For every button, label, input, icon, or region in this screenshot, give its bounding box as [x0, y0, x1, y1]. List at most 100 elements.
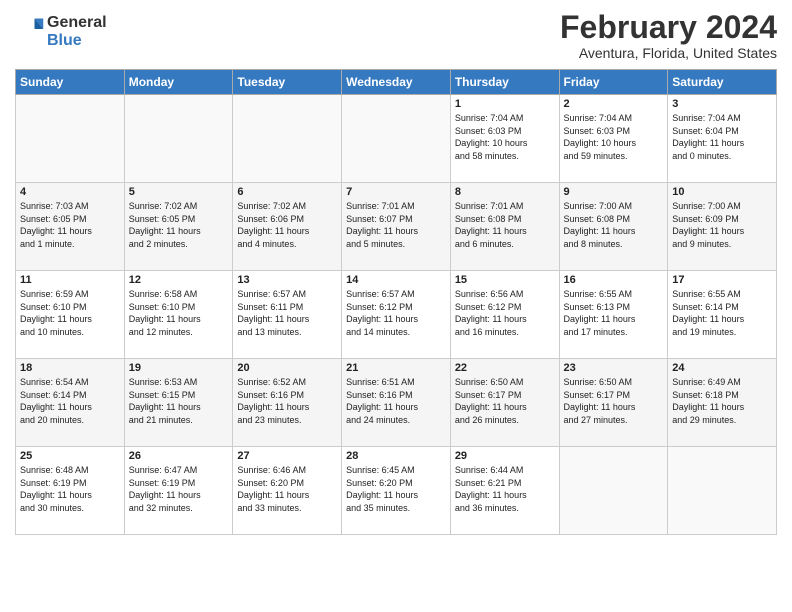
day-number: 29: [455, 450, 555, 462]
day-number: 26: [129, 450, 229, 462]
page-container: General Blue February 2024 Aventura, Flo…: [0, 0, 792, 540]
day-number: 23: [564, 362, 664, 374]
day-info: Sunrise: 6:57 AM Sunset: 6:12 PM Dayligh…: [346, 288, 446, 338]
day-cell: 23 Sunrise: 6:50 AM Sunset: 6:17 PM Dayli…: [559, 359, 668, 447]
day-cell: 26 Sunrise: 6:47 AM Sunset: 6:19 PM Dayli…: [124, 447, 233, 535]
day-info: Sunrise: 6:49 AM Sunset: 6:18 PM Dayligh…: [672, 376, 772, 426]
day-number: 25: [20, 450, 120, 462]
day-number: 5: [129, 186, 229, 198]
day-info: Sunrise: 6:57 AM Sunset: 6:11 PM Dayligh…: [237, 288, 337, 338]
day-info: Sunrise: 7:01 AM Sunset: 6:07 PM Dayligh…: [346, 200, 446, 250]
weekday-header-monday: Monday: [124, 70, 233, 95]
day-info: Sunrise: 6:50 AM Sunset: 6:17 PM Dayligh…: [564, 376, 664, 426]
day-number: 15: [455, 274, 555, 286]
day-cell: 1 Sunrise: 7:04 AM Sunset: 6:03 PM Daylig…: [450, 95, 559, 183]
weekday-header-thursday: Thursday: [450, 70, 559, 95]
day-number: 21: [346, 362, 446, 374]
day-cell: 6Sunrise: 7:02 AM Sunset: 6:06 PM Daylig…: [233, 183, 342, 271]
day-cell: 24 Sunrise: 6:49 AM Sunset: 6:18 PM Dayli…: [668, 359, 777, 447]
day-info: Sunrise: 7:04 AM Sunset: 6:03 PM Dayligh…: [564, 112, 664, 162]
weekday-header-friday: Friday: [559, 70, 668, 95]
day-cell: 5 Sunrise: 7:02 AM Sunset: 6:05 PM Daylig…: [124, 183, 233, 271]
day-cell: 18 Sunrise: 6:54 AM Sunset: 6:14 PM Dayli…: [16, 359, 125, 447]
logo-icon: [17, 15, 45, 43]
day-info: Sunrise: 6:54 AM Sunset: 6:14 PM Dayligh…: [20, 376, 120, 426]
day-info: Sunrise: 6:46 AM Sunset: 6:20 PM Dayligh…: [237, 464, 337, 514]
day-cell: 28 Sunrise: 6:45 AM Sunset: 6:20 PM Dayli…: [342, 447, 451, 535]
day-number: 13: [237, 274, 337, 286]
day-cell: 29 Sunrise: 6:44 AM Sunset: 6:21 PM Dayli…: [450, 447, 559, 535]
day-number: 10: [672, 186, 772, 198]
day-number: 27: [237, 450, 337, 462]
day-number: 20: [237, 362, 337, 374]
calendar-table: SundayMondayTuesdayWednesdayThursdayFrid…: [15, 69, 777, 535]
day-number: 1: [455, 98, 555, 110]
day-cell: 3 Sunrise: 7:04 AM Sunset: 6:04 PM Daylig…: [668, 95, 777, 183]
day-number: 14: [346, 274, 446, 286]
week-row-2: 4 Sunrise: 7:03 AM Sunset: 6:05 PM Daylig…: [16, 183, 777, 271]
day-number: 18: [20, 362, 120, 374]
day-number: 2: [564, 98, 664, 110]
day-info: Sunrise: 7:02 AM Sunset: 6:05 PM Dayligh…: [129, 200, 229, 250]
day-info: Sunrise: 7:00 AM Sunset: 6:09 PM Dayligh…: [672, 200, 772, 250]
day-info: Sunrise: 6:55 AM Sunset: 6:14 PM Dayligh…: [672, 288, 772, 338]
day-cell: [16, 95, 125, 183]
day-info: Sunrise: 7:04 AM Sunset: 6:04 PM Dayligh…: [672, 112, 772, 162]
day-info: Sunrise: 6:59 AM Sunset: 6:10 PM Dayligh…: [20, 288, 120, 338]
day-number: 19: [129, 362, 229, 374]
day-info: Sunrise: 7:03 AM Sunset: 6:05 PM Dayligh…: [20, 200, 120, 250]
day-number: 28: [346, 450, 446, 462]
day-cell: 17 Sunrise: 6:55 AM Sunset: 6:14 PM Dayli…: [668, 271, 777, 359]
day-info: Sunrise: 6:44 AM Sunset: 6:21 PM Dayligh…: [455, 464, 555, 514]
day-info: Sunrise: 7:01 AM Sunset: 6:08 PM Dayligh…: [455, 200, 555, 250]
day-info: Sunrise: 6:47 AM Sunset: 6:19 PM Dayligh…: [129, 464, 229, 514]
day-cell: [668, 447, 777, 535]
day-cell: 2 Sunrise: 7:04 AM Sunset: 6:03 PM Daylig…: [559, 95, 668, 183]
day-cell: 4 Sunrise: 7:03 AM Sunset: 6:05 PM Daylig…: [16, 183, 125, 271]
day-number: 12: [129, 274, 229, 286]
day-number: 24: [672, 362, 772, 374]
day-number: 22: [455, 362, 555, 374]
day-number: 9: [564, 186, 664, 198]
day-info: Sunrise: 6:55 AM Sunset: 6:13 PM Dayligh…: [564, 288, 664, 338]
day-number: 16: [564, 274, 664, 286]
header: General Blue February 2024 Aventura, Flo…: [15, 10, 777, 61]
day-cell: 14 Sunrise: 6:57 AM Sunset: 6:12 PM Dayli…: [342, 271, 451, 359]
day-cell: 25Sunrise: 6:48 AM Sunset: 6:19 PM Dayli…: [16, 447, 125, 535]
day-info: Sunrise: 6:51 AM Sunset: 6:16 PM Dayligh…: [346, 376, 446, 426]
day-cell: 22 Sunrise: 6:50 AM Sunset: 6:17 PM Dayli…: [450, 359, 559, 447]
day-cell: 11Sunrise: 6:59 AM Sunset: 6:10 PM Dayli…: [16, 271, 125, 359]
day-number: 4: [20, 186, 120, 198]
day-info: Sunrise: 6:50 AM Sunset: 6:17 PM Dayligh…: [455, 376, 555, 426]
day-number: 17: [672, 274, 772, 286]
day-cell: 12Sunrise: 6:58 AM Sunset: 6:10 PM Dayli…: [124, 271, 233, 359]
day-cell: 8 Sunrise: 7:01 AM Sunset: 6:08 PM Daylig…: [450, 183, 559, 271]
weekday-header-sunday: Sunday: [16, 70, 125, 95]
day-cell: [233, 95, 342, 183]
day-info: Sunrise: 7:00 AM Sunset: 6:08 PM Dayligh…: [564, 200, 664, 250]
day-cell: 27 Sunrise: 6:46 AM Sunset: 6:20 PM Dayli…: [233, 447, 342, 535]
weekday-header-row: SundayMondayTuesdayWednesdayThursdayFrid…: [16, 70, 777, 95]
month-title: February 2024: [560, 10, 777, 45]
day-cell: 13 Sunrise: 6:57 AM Sunset: 6:11 PM Dayli…: [233, 271, 342, 359]
day-number: 8: [455, 186, 555, 198]
weekday-header-wednesday: Wednesday: [342, 70, 451, 95]
day-cell: [342, 95, 451, 183]
day-number: 3: [672, 98, 772, 110]
day-info: Sunrise: 7:04 AM Sunset: 6:03 PM Dayligh…: [455, 112, 555, 162]
day-info: Sunrise: 7:02 AM Sunset: 6:06 PM Dayligh…: [237, 200, 337, 250]
day-cell: 15Sunrise: 6:56 AM Sunset: 6:12 PM Dayli…: [450, 271, 559, 359]
week-row-1: 1 Sunrise: 7:04 AM Sunset: 6:03 PM Daylig…: [16, 95, 777, 183]
weekday-header-saturday: Saturday: [668, 70, 777, 95]
day-cell: [559, 447, 668, 535]
day-info: Sunrise: 6:52 AM Sunset: 6:16 PM Dayligh…: [237, 376, 337, 426]
day-cell: 21 Sunrise: 6:51 AM Sunset: 6:16 PM Dayli…: [342, 359, 451, 447]
day-cell: 10 Sunrise: 7:00 AM Sunset: 6:09 PM Dayli…: [668, 183, 777, 271]
title-area: February 2024 Aventura, Florida, United …: [560, 10, 777, 61]
day-cell: 7 Sunrise: 7:01 AM Sunset: 6:07 PM Daylig…: [342, 183, 451, 271]
day-info: Sunrise: 6:45 AM Sunset: 6:20 PM Dayligh…: [346, 464, 446, 514]
day-info: Sunrise: 6:53 AM Sunset: 6:15 PM Dayligh…: [129, 376, 229, 426]
day-number: 7: [346, 186, 446, 198]
logo: General Blue: [15, 14, 107, 49]
week-row-5: 25Sunrise: 6:48 AM Sunset: 6:19 PM Dayli…: [16, 447, 777, 535]
